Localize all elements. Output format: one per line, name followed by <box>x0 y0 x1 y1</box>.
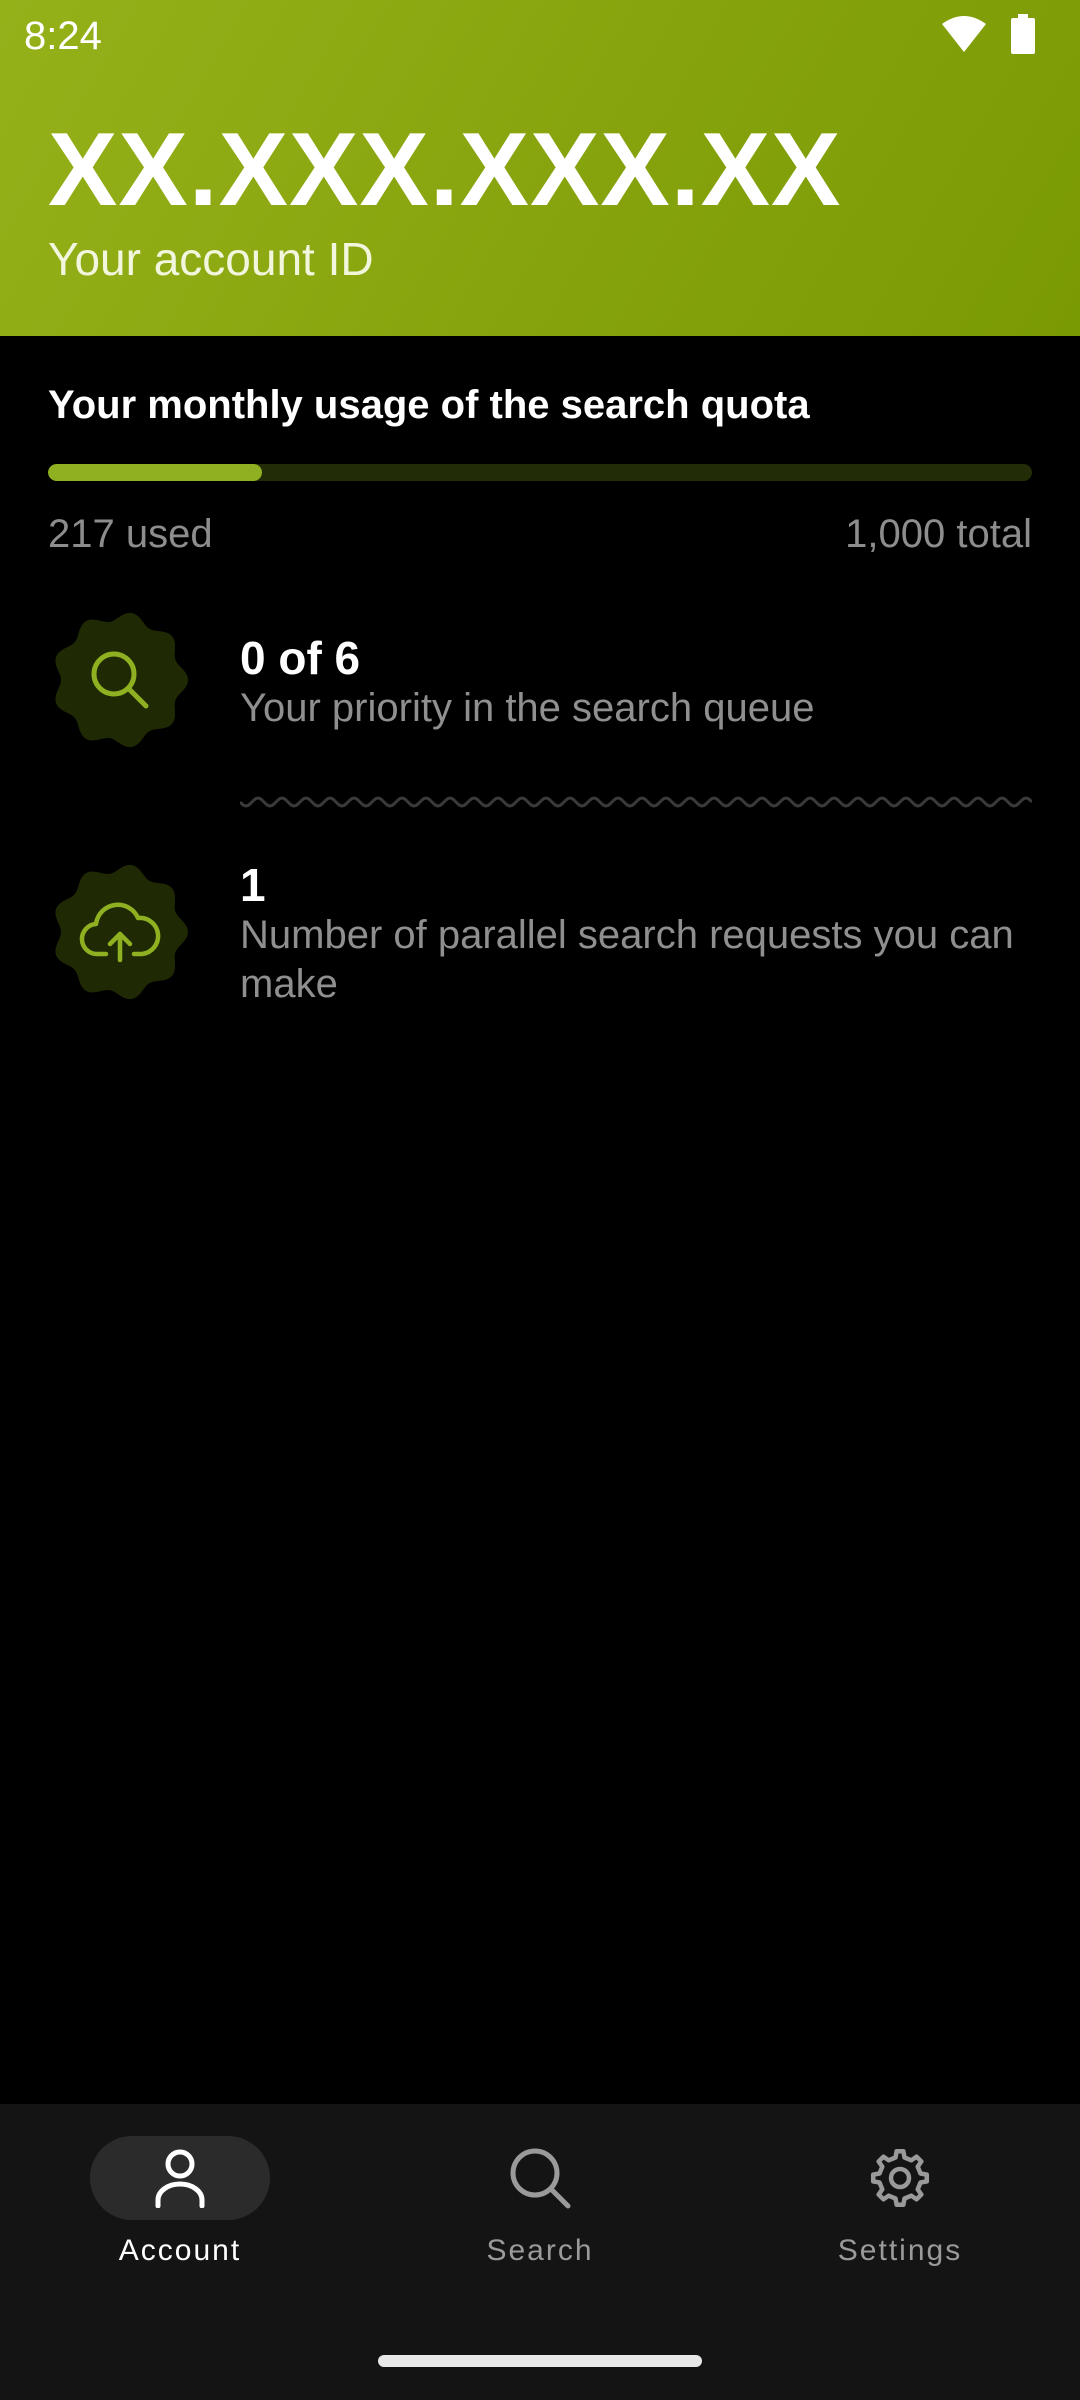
status-time: 8:24 <box>24 14 102 58</box>
parallel-value: 1 <box>240 859 266 911</box>
battery-icon <box>1011 14 1035 54</box>
nav-search-icon-wrap[interactable] <box>450 2136 630 2220</box>
nav-item-search[interactable]: Search <box>360 2136 720 2268</box>
nav-label-account[interactable]: Account <box>0 2234 360 2268</box>
search-icon <box>510 2148 571 2209</box>
quota-total-label: 1,000 total <box>845 512 1032 556</box>
nav-label-settings[interactable]: Settings <box>720 2234 1080 2268</box>
parallel-badge <box>55 864 189 1000</box>
account-id: XX.XXX.XXX.XX <box>48 112 842 228</box>
wifi-icon <box>942 16 986 52</box>
parallel-description: Number of parallel search requests you c… <box>240 913 1014 1006</box>
nav-active-indicator[interactable] <box>90 2136 270 2220</box>
person-icon <box>155 2149 205 2208</box>
quota-used-label: 217 used <box>48 512 213 556</box>
quota-progress-bar <box>48 464 1032 481</box>
priority-badge <box>55 612 189 748</box>
account-header: 8:24 XX.XXX.XXX.XX Your account ID <box>0 0 1080 336</box>
quota-progress-fill <box>48 464 262 481</box>
wavy-divider <box>240 796 1032 808</box>
home-indicator[interactable] <box>378 2355 702 2367</box>
status-icons <box>940 14 1036 54</box>
nav-item-settings[interactable]: Settings <box>720 2136 1080 2268</box>
nav-label-search[interactable]: Search <box>360 2234 720 2268</box>
priority-description: Your priority in the search queue <box>240 686 815 730</box>
nav-settings-icon-wrap[interactable] <box>810 2136 990 2220</box>
gear-icon <box>870 2148 930 2208</box>
nav-item-account[interactable]: Account <box>0 2136 360 2268</box>
account-screen: 8:24 XX.XXX.XXX.XX Your account ID Your … <box>0 0 1080 2400</box>
quota-title: Your monthly usage of the search quota <box>48 383 810 427</box>
priority-value: 0 of 6 <box>240 632 361 684</box>
account-id-caption: Your account ID <box>48 233 374 285</box>
